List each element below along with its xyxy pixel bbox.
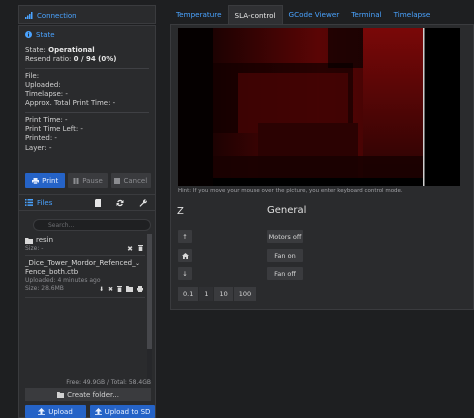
files-title: Files xyxy=(37,198,53,207)
webcam-image xyxy=(178,28,460,186)
divider xyxy=(25,67,149,69)
state-header[interactable]: State xyxy=(19,26,155,43)
file-name: _Dice_Tower_Mordor_Refenced_ Fence_both.c… xyxy=(25,259,136,276)
download-icon[interactable]: ⬇ xyxy=(99,286,104,293)
keyboard-hint: Hint: If you move your mouse over the pi… xyxy=(178,188,403,194)
connection-panel: Connection xyxy=(18,5,156,24)
trash-icon[interactable] xyxy=(138,245,143,251)
step-0-1[interactable]: 0.1 xyxy=(178,287,200,301)
step-10[interactable]: 10 xyxy=(214,287,234,301)
z-down-button[interactable]: ↓ xyxy=(178,267,192,280)
signal-bars-icon xyxy=(25,12,33,19)
uploaded-line: Uploaded: xyxy=(25,80,61,89)
files-panel: Files Search... resin Size: - ✖ _Dice_To… xyxy=(18,194,156,418)
home-icon xyxy=(181,252,189,259)
state-line: State: Operational xyxy=(25,46,95,54)
resend-value: 0 / 94 (0%) xyxy=(73,55,117,64)
upload-to-sd-button[interactable]: Upload to SD xyxy=(90,405,155,418)
cut-icon[interactable]: ✖ xyxy=(108,286,113,293)
arrow-down-icon: ↓ xyxy=(182,269,188,278)
sla-control-pane: Hint: If you move your mouse over the pi… xyxy=(170,24,474,310)
create-folder-button[interactable]: Create folder... xyxy=(25,388,151,401)
file-line: File: xyxy=(25,71,40,80)
step-size-group: 0.1 1 10 100 xyxy=(178,287,258,301)
tab-timelapse[interactable]: Timelapse xyxy=(388,5,437,24)
list-item-file[interactable]: _Dice_Tower_Mordor_Refenced_ Fence_both.c… xyxy=(25,256,145,298)
tab-sla-control[interactable]: SLA-control xyxy=(227,5,283,24)
sd-card-icon[interactable] xyxy=(95,198,101,207)
wrench-icon[interactable] xyxy=(139,198,147,207)
print-button[interactable]: Print xyxy=(25,173,66,188)
upload-icon xyxy=(38,408,46,415)
cut-icon[interactable]: ✖ xyxy=(127,245,133,253)
file-list-scrollbar[interactable] xyxy=(147,234,152,381)
cancel-button[interactable]: Cancel xyxy=(110,173,151,188)
tab-gcode-viewer[interactable]: GCode Viewer xyxy=(283,5,346,24)
upload-icon xyxy=(94,408,102,415)
list-icon xyxy=(25,199,33,206)
state-panel: State State: Operational Resend ratio: 0… xyxy=(18,25,156,195)
printed-line: Printed: - xyxy=(25,134,57,143)
approx-print-time-line: Approx. Total Print Time: - xyxy=(25,99,116,108)
state-value: Operational xyxy=(48,46,95,54)
stop-icon xyxy=(114,177,121,184)
step-1[interactable]: 1 xyxy=(199,287,215,301)
connection-title: Connection xyxy=(37,11,77,20)
pause-button[interactable]: Pause xyxy=(68,173,108,188)
z-axis-label: Z xyxy=(177,206,184,217)
file-list: resin Size: - ✖ _Dice_Tower_Mordor_Refen… xyxy=(25,234,145,381)
printer-icon[interactable] xyxy=(137,286,143,292)
folder-icon xyxy=(25,237,33,244)
folder-icon xyxy=(57,391,65,398)
list-item-folder[interactable]: resin Size: - ✖ xyxy=(25,234,145,256)
refresh-icon[interactable] xyxy=(116,199,124,207)
timelapse-line: Timelapse: - xyxy=(25,90,68,99)
general-label: General xyxy=(267,205,307,216)
file-uploaded: Uploaded: 4 minutes ago xyxy=(25,277,101,284)
printer-icon xyxy=(32,177,40,184)
upload-button[interactable]: Upload xyxy=(25,405,86,418)
print-time-left-line: Print Time Left: - xyxy=(25,125,83,134)
tab-temperature[interactable]: Temperature xyxy=(170,5,228,24)
divider xyxy=(25,111,149,113)
trash-icon[interactable] xyxy=(117,286,122,292)
tab-bar: Temperature SLA-control GCode Viewer Ter… xyxy=(170,5,436,24)
file-search-input[interactable]: Search... xyxy=(33,219,151,231)
step-100[interactable]: 100 xyxy=(233,287,258,301)
free-space: Free: 49.9GB / Total: 58.4GB xyxy=(66,379,151,386)
info-circle-icon xyxy=(25,31,32,38)
files-header[interactable]: Files xyxy=(19,195,155,211)
motors-off-button[interactable]: Motors off xyxy=(267,230,303,243)
connection-header[interactable]: Connection xyxy=(19,6,155,25)
folder-open-icon[interactable] xyxy=(126,286,133,292)
print-time-line: Print Time: - xyxy=(25,115,68,124)
layer-line: Layer: - xyxy=(25,143,52,152)
resend-line: Resend ratio: 0 / 94 (0%) xyxy=(25,55,117,64)
folder-name: resin xyxy=(36,236,54,244)
fan-off-button[interactable]: Fan off xyxy=(267,267,303,280)
arrow-up-icon: ↑ xyxy=(182,232,188,241)
pause-icon xyxy=(73,177,79,184)
webcam-stream[interactable] xyxy=(178,28,460,186)
fan-on-button[interactable]: Fan on xyxy=(267,249,303,262)
state-title: State xyxy=(36,30,55,39)
z-home-button[interactable] xyxy=(178,249,192,262)
tab-terminal[interactable]: Terminal xyxy=(345,5,387,24)
chevron-down-icon[interactable]: ⌄ xyxy=(135,260,140,267)
z-up-button[interactable]: ↑ xyxy=(178,230,192,243)
